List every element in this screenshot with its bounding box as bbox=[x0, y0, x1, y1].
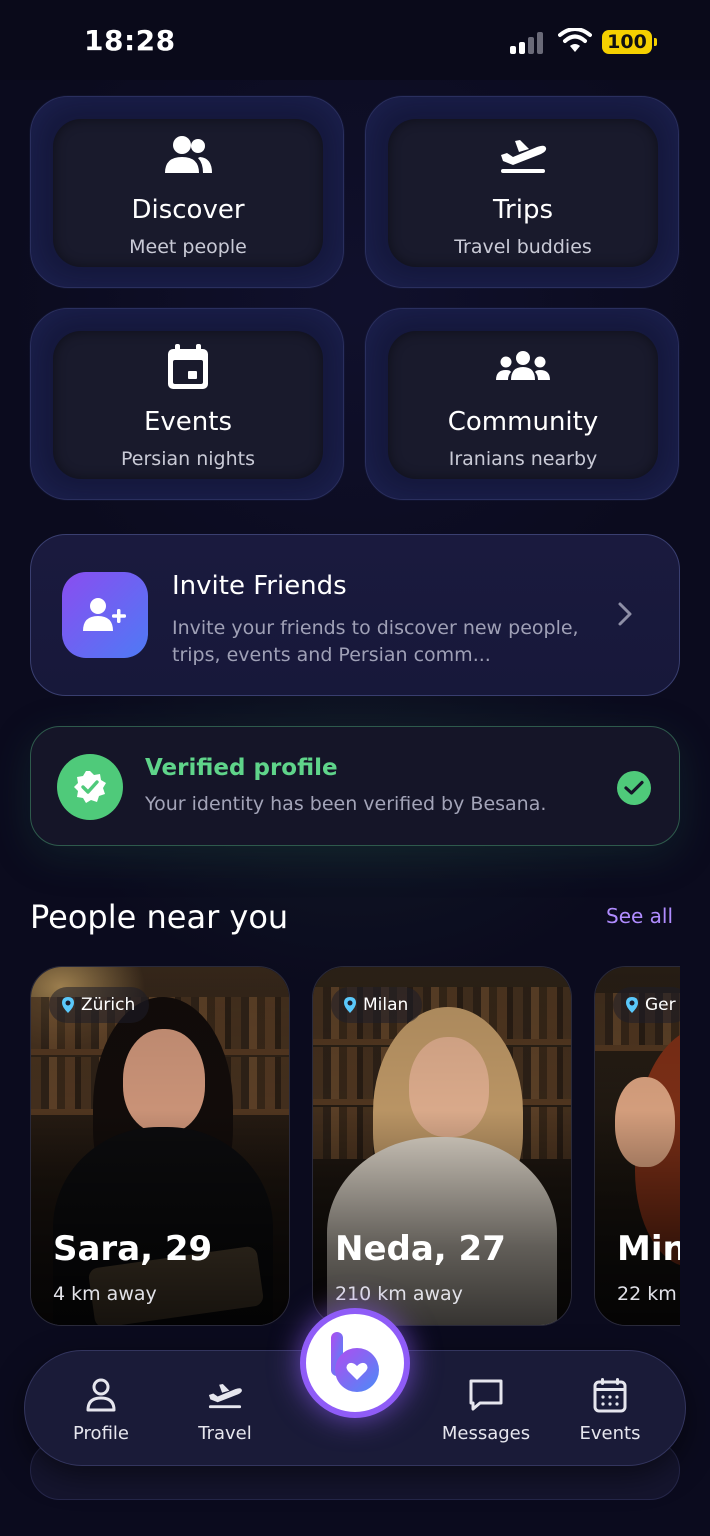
tile-subtitle: Travel buddies bbox=[454, 236, 592, 258]
home-logo-button[interactable] bbox=[300, 1308, 410, 1418]
person-card[interactable]: Milan Neda, 27 210 km away bbox=[312, 966, 572, 1326]
person-icon bbox=[46, 1375, 156, 1415]
verified-title: Verified profile bbox=[145, 755, 338, 781]
person-name-age: Sara, 29 bbox=[53, 1229, 213, 1269]
person-card[interactable]: Ger Mina 22 km bbox=[594, 966, 680, 1326]
users-icon bbox=[53, 133, 323, 177]
person-distance: 210 km away bbox=[335, 1283, 463, 1305]
nav-item-messages[interactable]: Messages bbox=[431, 1375, 541, 1444]
map-pin-icon bbox=[62, 997, 74, 1013]
tile-subtitle: Persian nights bbox=[121, 448, 255, 470]
tile-subtitle: Iranians nearby bbox=[448, 448, 598, 470]
location-pill: Zürich bbox=[49, 987, 150, 1023]
location-label: Milan bbox=[363, 995, 409, 1015]
nav-item-profile[interactable]: Profile bbox=[46, 1375, 156, 1444]
calendar-icon bbox=[53, 344, 323, 389]
signal-icon bbox=[510, 30, 548, 54]
person-name-age: Mina bbox=[617, 1229, 680, 1269]
nav-label: Profile bbox=[73, 1423, 129, 1444]
invite-description: Invite your friends to discover new peop… bbox=[172, 617, 579, 666]
location-label: Zürich bbox=[81, 995, 136, 1015]
nav-item-events[interactable]: Events bbox=[555, 1375, 665, 1444]
location-pill: Ger bbox=[613, 987, 680, 1023]
add-user-icon bbox=[62, 572, 148, 658]
invite-title: Invite Friends bbox=[172, 571, 347, 601]
verified-profile-card: Verified profile Your identity has been … bbox=[30, 726, 680, 846]
invite-friends-card[interactable]: Invite Friends Invite your friends to di… bbox=[30, 534, 680, 696]
map-pin-icon bbox=[626, 997, 638, 1013]
status-time: 18:28 bbox=[84, 24, 176, 57]
verified-description: Your identity has been verified by Besan… bbox=[145, 793, 547, 815]
person-card[interactable]: Zürich Sara, 29 4 km away bbox=[30, 966, 290, 1326]
person-name-age: Neda, 27 bbox=[335, 1229, 506, 1269]
tile-title: Community bbox=[447, 407, 599, 437]
battery-indicator: 100 bbox=[602, 30, 657, 54]
app-logo-icon bbox=[331, 1332, 379, 1392]
tile-title: Events bbox=[143, 407, 233, 437]
tile-subtitle: Meet people bbox=[129, 236, 247, 258]
map-pin-icon bbox=[344, 997, 356, 1013]
nav-label: Travel bbox=[198, 1423, 252, 1444]
person-distance: 4 km away bbox=[53, 1283, 157, 1305]
people-carousel[interactable]: Zürich Sara, 29 4 km away Milan Neda, 27… bbox=[30, 964, 680, 1328]
chevron-right-icon bbox=[617, 601, 633, 631]
verified-badge-icon bbox=[57, 754, 123, 820]
tile-community[interactable]: Community Iranians nearby bbox=[365, 308, 679, 500]
tile-trips[interactable]: Trips Travel buddies bbox=[365, 96, 679, 288]
nav-label: Events bbox=[579, 1423, 641, 1444]
location-pill: Milan bbox=[331, 987, 423, 1023]
tile-title: Trips bbox=[492, 195, 554, 225]
person-distance: 22 km bbox=[617, 1283, 677, 1305]
check-circle-icon bbox=[617, 771, 651, 805]
nav-item-travel[interactable]: Travel bbox=[170, 1375, 280, 1444]
tile-discover[interactable]: Discover Meet people bbox=[30, 96, 344, 288]
people-near-you-heading: People near you bbox=[30, 898, 289, 936]
calendar-icon bbox=[555, 1375, 665, 1415]
location-label: Ger bbox=[645, 995, 676, 1015]
chat-icon bbox=[431, 1375, 541, 1415]
status-bar: 18:28 100 bbox=[0, 0, 710, 80]
group-icon bbox=[388, 345, 658, 389]
wifi-icon bbox=[558, 27, 592, 58]
tile-events[interactable]: Events Persian nights bbox=[30, 308, 344, 500]
nav-label: Messages bbox=[441, 1423, 531, 1444]
tile-title: Discover bbox=[131, 195, 245, 225]
plane-takeoff-icon bbox=[388, 133, 658, 177]
plane-icon bbox=[170, 1375, 280, 1415]
see-all-link[interactable]: See all bbox=[606, 904, 673, 928]
